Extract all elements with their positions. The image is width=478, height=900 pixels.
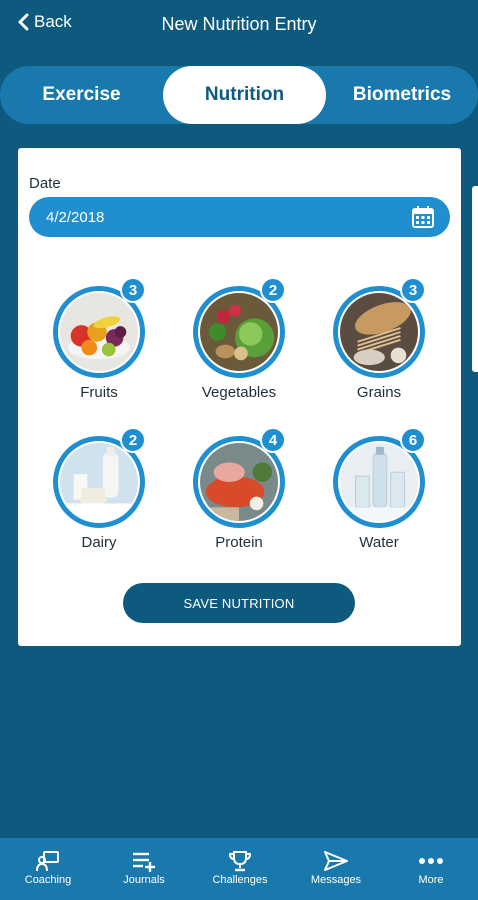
food-ring: 4 <box>193 427 286 528</box>
coaching-icon <box>36 851 59 872</box>
count-badge: 6 <box>400 427 426 453</box>
food-ring: 6 <box>333 427 426 528</box>
count-badge: 4 <box>260 427 286 453</box>
journals-icon <box>133 852 155 872</box>
date-label: Date <box>29 175 61 192</box>
nav-journals[interactable]: Journals <box>96 838 192 900</box>
send-icon <box>324 851 348 871</box>
date-value: 4/2/2018 <box>46 208 105 226</box>
nav-coaching[interactable]: Coaching <box>0 838 96 900</box>
count-badge: 3 <box>400 277 426 303</box>
trophy-icon <box>228 851 252 872</box>
food-label: Grains <box>356 384 402 401</box>
food-label: Fruits <box>80 384 118 401</box>
fruits-image <box>60 293 138 371</box>
bottom-nav: Coaching Journals Challenges Messages Mo… <box>0 838 478 900</box>
entry-type-tabs: Exercise Nutrition Biometrics <box>0 66 478 124</box>
food-ring: 3 <box>53 277 146 378</box>
calendar-icon[interactable] <box>411 205 435 229</box>
water-image <box>340 443 418 521</box>
nav-messages[interactable]: Messages <box>288 838 384 900</box>
nav-label: Journals <box>123 874 165 886</box>
tab-nutrition[interactable]: Nutrition <box>163 66 326 124</box>
side-drawer-handle[interactable] <box>472 186 478 372</box>
food-ring: 3 <box>333 277 426 378</box>
food-ring: 2 <box>53 427 146 528</box>
count-badge: 2 <box>260 277 286 303</box>
food-label: Dairy <box>81 534 117 551</box>
food-dairy[interactable]: 2 Dairy <box>29 427 169 551</box>
nav-label: Challenges <box>212 874 268 886</box>
grains-image <box>340 293 418 371</box>
food-vegetables[interactable]: 2 Vegetables <box>169 277 309 401</box>
nutrition-card: Date 4/2/2018 3 Fruits 2 Vegetables 3 Gr… <box>18 148 461 646</box>
more-icon <box>419 858 443 864</box>
protein-image <box>200 443 278 521</box>
food-label: Water <box>359 534 399 551</box>
food-water[interactable]: 6 Water <box>309 427 449 551</box>
header: Back New Nutrition Entry <box>0 0 478 52</box>
count-badge: 2 <box>120 427 146 453</box>
food-grains[interactable]: 3 Grains <box>309 277 449 401</box>
page-title: New Nutrition Entry <box>161 14 317 34</box>
food-label: Protein <box>215 534 263 551</box>
nav-challenges[interactable]: Challenges <box>192 838 288 900</box>
food-label: Vegetables <box>201 384 277 401</box>
nav-more[interactable]: More <box>384 838 478 900</box>
food-protein[interactable]: 4 Protein <box>169 427 309 551</box>
tab-biometrics[interactable]: Biometrics <box>326 66 478 124</box>
save-nutrition-button[interactable]: SAVE NUTRITION <box>123 583 355 623</box>
food-fruits[interactable]: 3 Fruits <box>29 277 169 401</box>
dairy-image <box>60 443 138 521</box>
tab-exercise[interactable]: Exercise <box>0 66 163 124</box>
nav-label: Messages <box>310 874 362 886</box>
date-field[interactable]: 4/2/2018 <box>29 197 450 237</box>
vegetables-image <box>200 293 278 371</box>
count-badge: 3 <box>120 277 146 303</box>
food-ring: 2 <box>193 277 286 378</box>
nav-label: More <box>418 874 444 886</box>
nav-label: Coaching <box>24 874 72 886</box>
